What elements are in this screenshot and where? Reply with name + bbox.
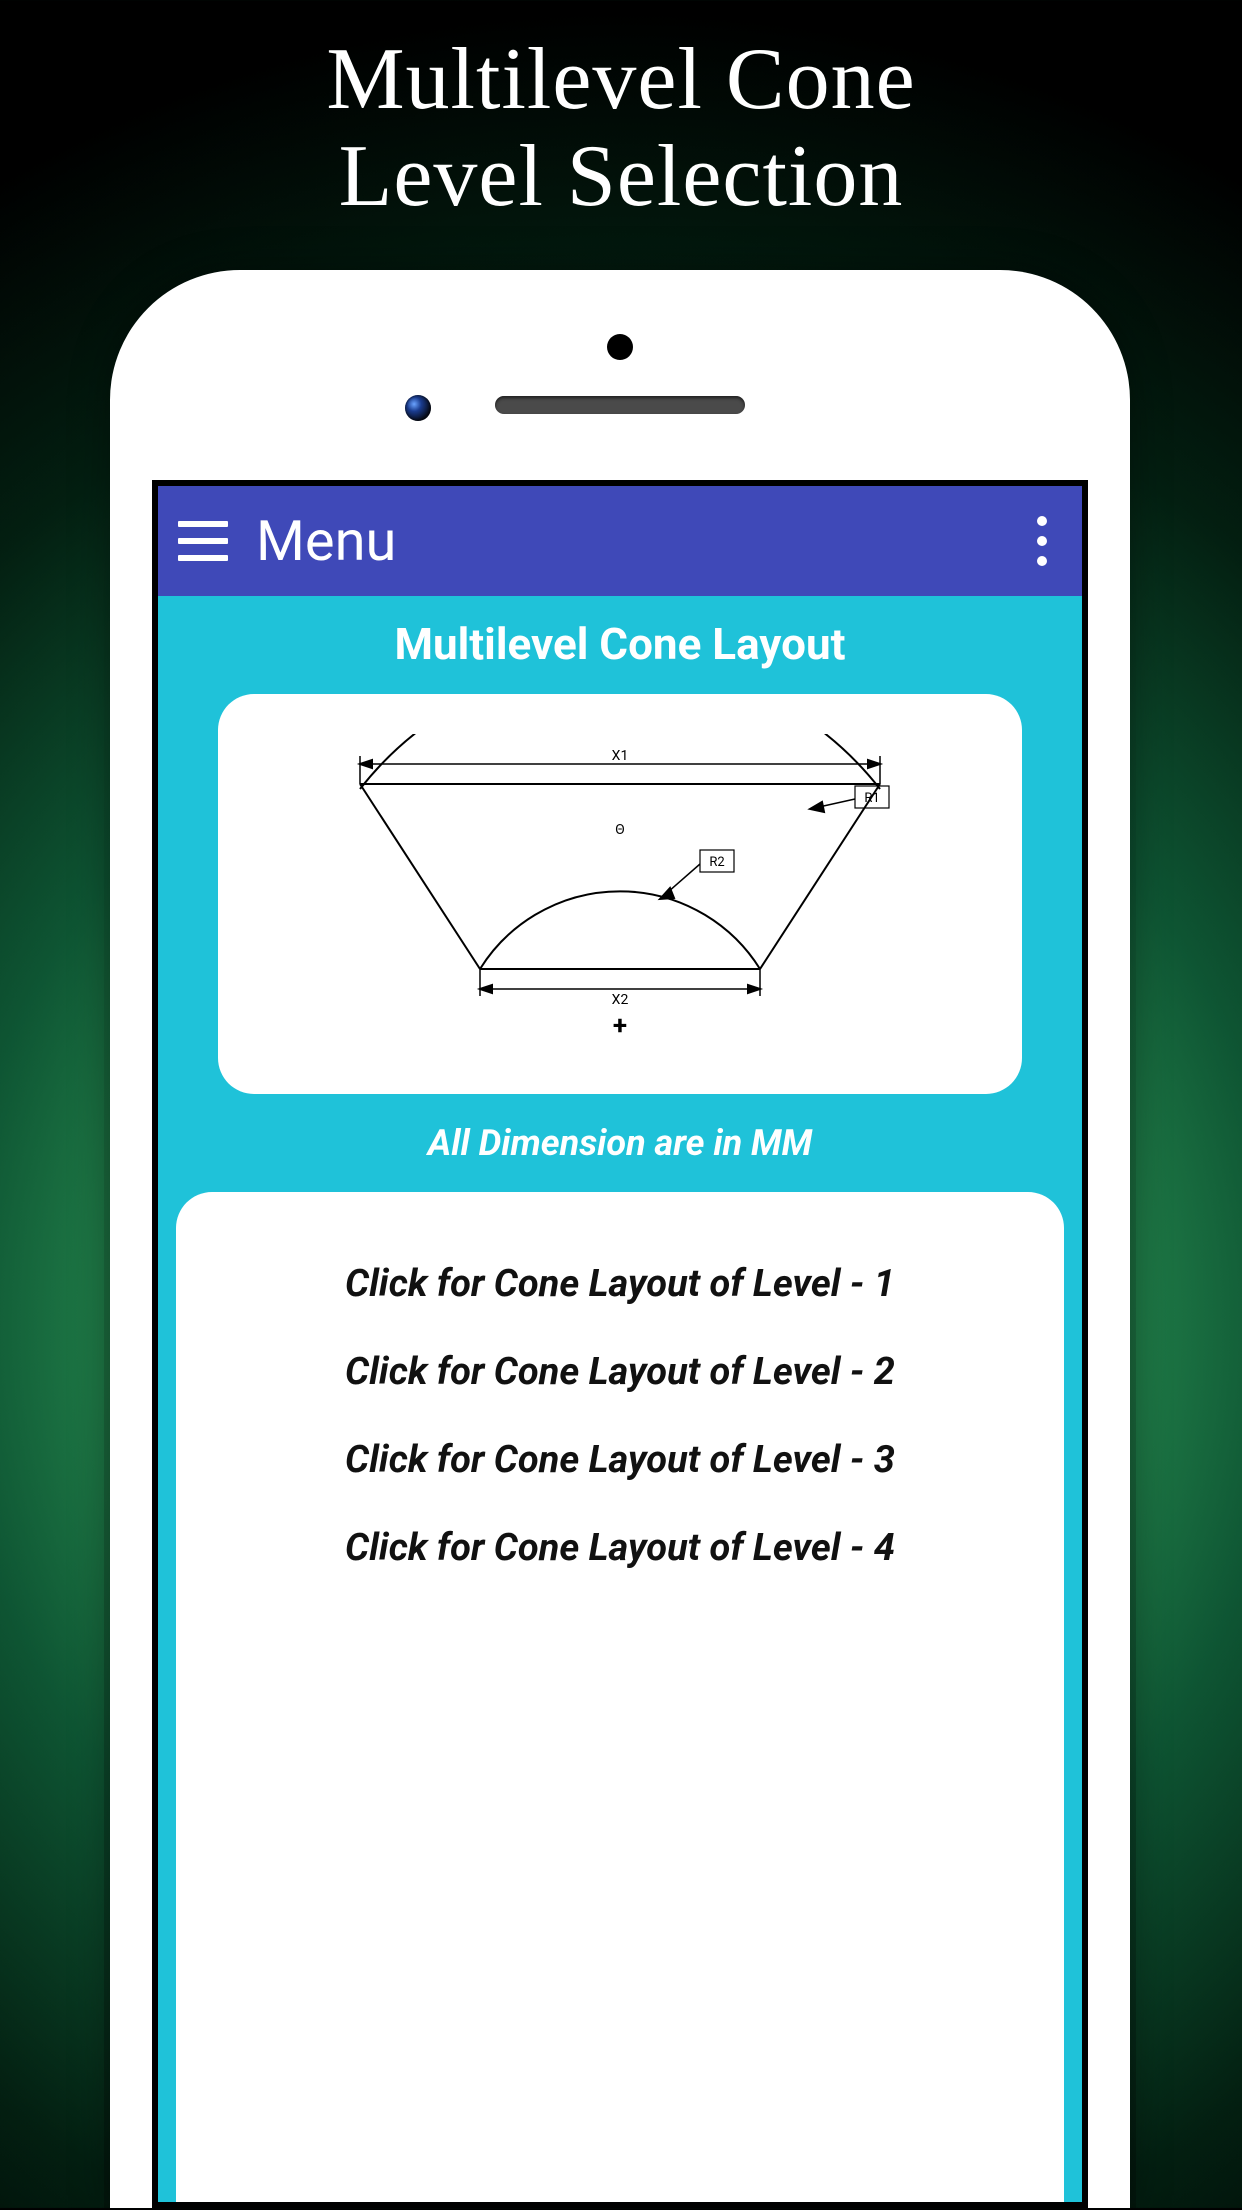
section-title: Multilevel Cone Layout (158, 596, 1082, 694)
dimension-note: All Dimension are in MM (158, 1094, 1082, 1192)
app-bar: Menu (158, 486, 1082, 596)
diagram-label-r2: R2 (709, 855, 724, 870)
level-link-4[interactable]: Click for Cone Layout of Level - 4 (236, 1504, 1004, 1592)
level-link-2[interactable]: Click for Cone Layout of Level - 2 (236, 1328, 1004, 1416)
hamburger-icon[interactable] (178, 521, 228, 561)
phone-shadow (1130, 410, 1136, 2210)
phone-sensor (607, 334, 633, 360)
cone-diagram-card: X1 X2 R1 R2 Θ + (218, 694, 1022, 1094)
level-link-1[interactable]: Click for Cone Layout of Level - 1 (236, 1240, 1004, 1328)
overflow-menu-icon[interactable] (1022, 516, 1062, 566)
diagram-label-theta: Θ (615, 822, 625, 838)
level-link-3[interactable]: Click for Cone Layout of Level - 3 (236, 1416, 1004, 1504)
levels-card: Click for Cone Layout of Level - 1 Click… (176, 1192, 1064, 2208)
diagram-label-x1: X1 (612, 748, 629, 764)
promo-title: Multilevel Cone Level Selection (0, 0, 1242, 226)
content-area: Multilevel Cone Layout (158, 596, 1082, 2208)
diagram-label-center: + (613, 1011, 627, 1041)
app-bar-title: Menu (256, 508, 1022, 574)
cone-diagram: X1 X2 R1 R2 Θ + (300, 734, 940, 1054)
promo-title-line-1: Multilevel Cone (326, 31, 915, 128)
promo-title-line-2: Level Selection (339, 128, 904, 225)
phone-speaker (495, 396, 745, 414)
phone-shadow (104, 410, 110, 2210)
diagram-label-r1: R1 (864, 791, 879, 806)
phone-frame: Menu Multilevel Cone Layout (110, 270, 1130, 2208)
app-screen: Menu Multilevel Cone Layout (152, 480, 1088, 2208)
diagram-label-x2: X2 (612, 992, 629, 1008)
phone-camera (405, 395, 431, 421)
